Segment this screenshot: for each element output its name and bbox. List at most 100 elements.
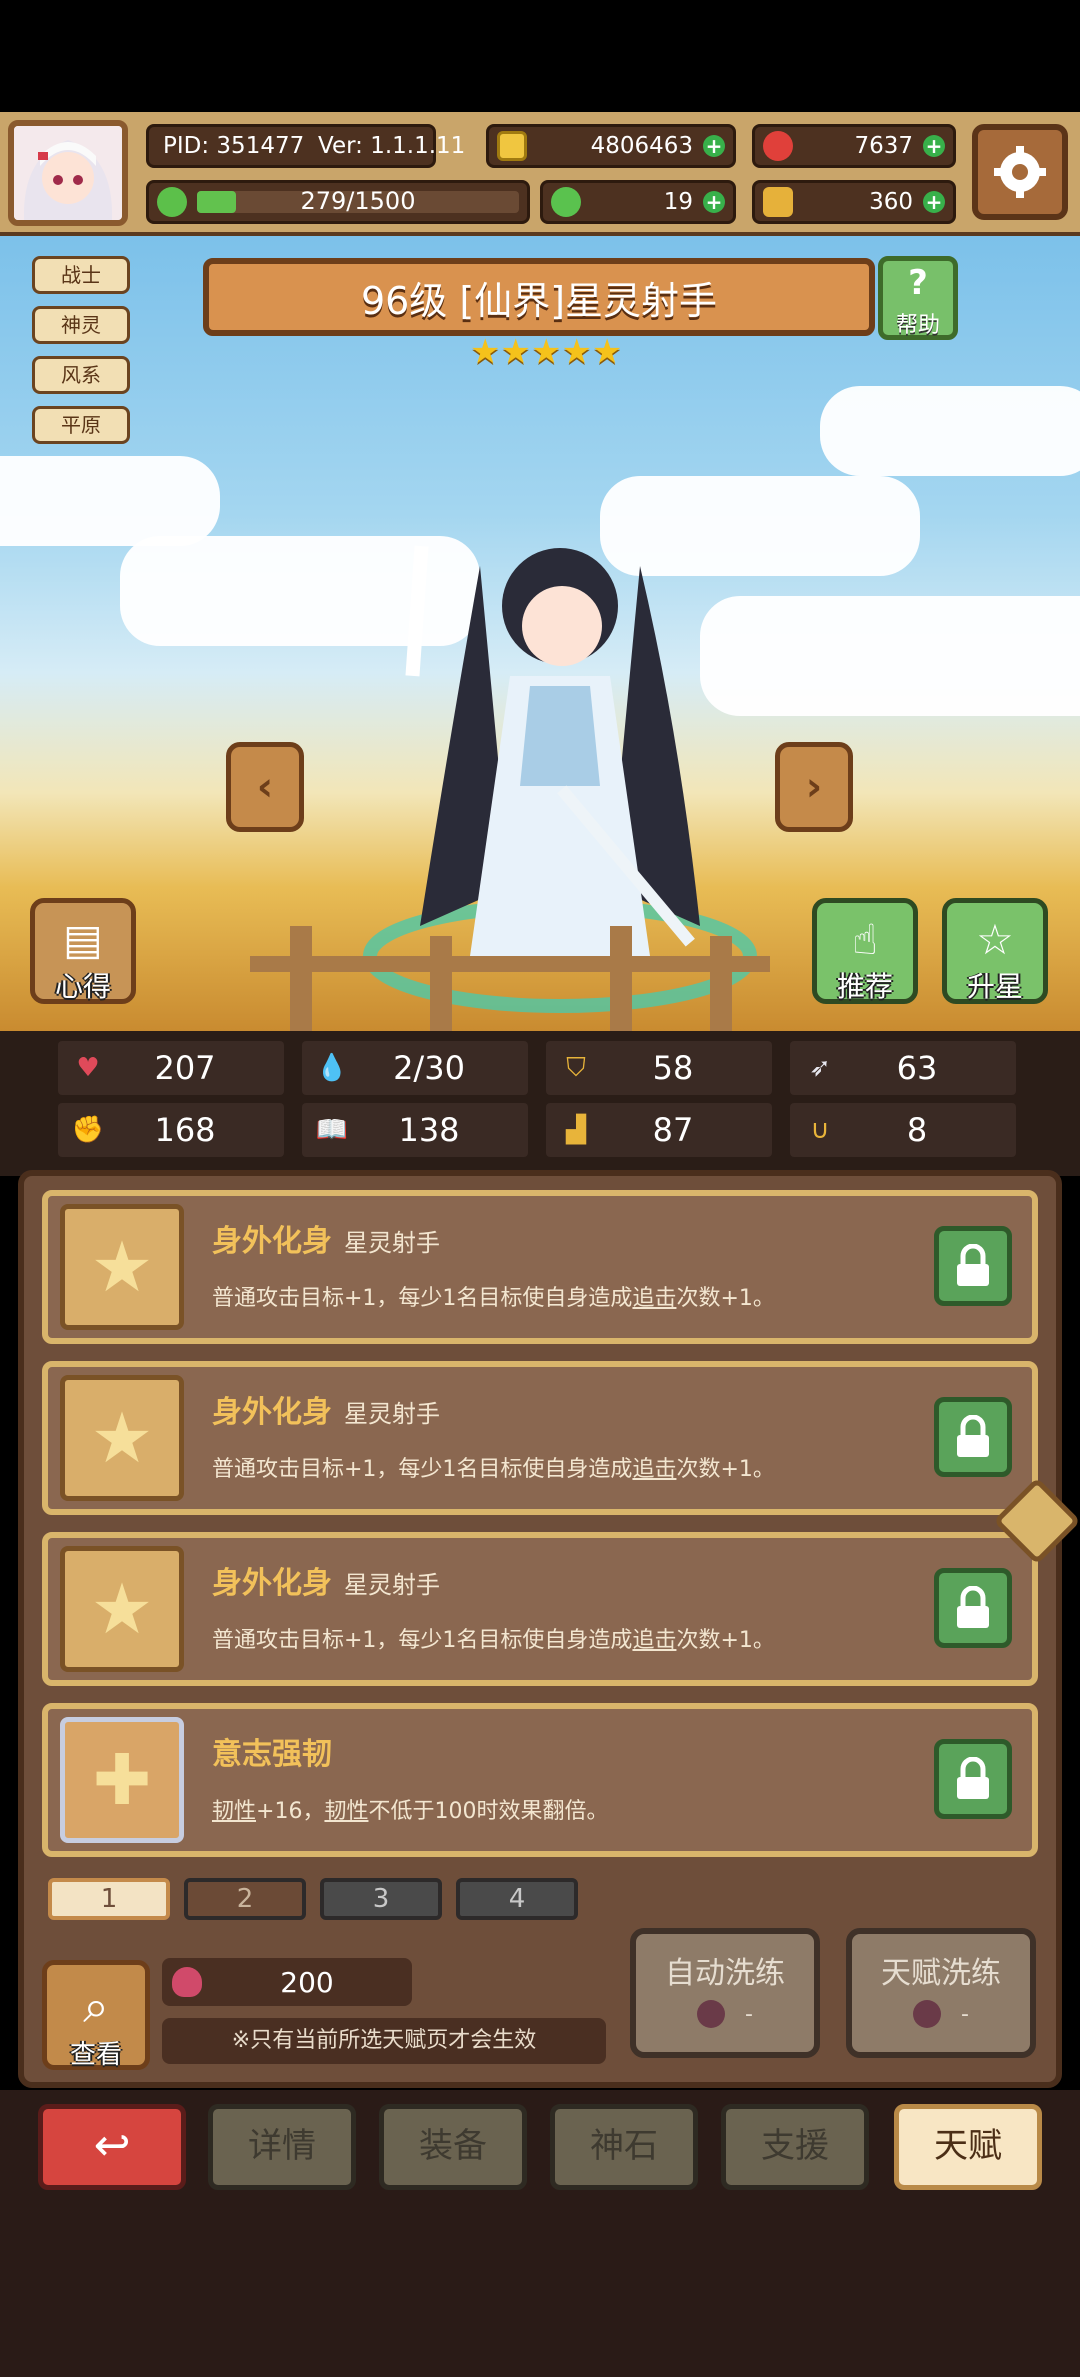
notebook-icon: ▤ (63, 915, 103, 964)
keyword-link[interactable]: 韧性 (324, 1799, 368, 1824)
star-icon: ☆ (976, 915, 1014, 964)
wing-icon: ➶ (809, 1053, 831, 1083)
add-key-icon[interactable]: + (923, 191, 945, 213)
version-text: Ver: 1.1.1.11 (318, 133, 466, 159)
magnifier-icon: ⌕ (83, 1979, 109, 2033)
keyword-link[interactable]: 追击 (632, 1286, 676, 1311)
stat-speed: ➶ 63 (790, 1041, 1016, 1095)
add-gold-icon[interactable]: + (703, 135, 725, 157)
key-counter[interactable]: 360 + (752, 180, 956, 224)
star-up-label: 升星 (966, 970, 1023, 1003)
star-up-button[interactable]: ☆ 升星 (942, 898, 1048, 1004)
hero-stats: ♥ 207 💧 2/30 ⛉ 58 ➶ 63 ✊ 168 📖 138 ▟ 87 … (0, 1031, 1080, 1176)
stat-mana: 💧 2/30 (302, 1041, 528, 1095)
stat-value: 2/30 (393, 1049, 465, 1087)
talent-desc: 普通攻击目标+1，每少1名目标使自身造成追击次数+1。 (212, 1628, 775, 1653)
fruit-icon (172, 1967, 202, 1997)
lock-button[interactable] (934, 1397, 1012, 1477)
gear-icon (994, 146, 1046, 198)
tab-page-2[interactable]: 2 (184, 1878, 306, 1920)
tab-support[interactable]: 支援 (721, 2104, 869, 2190)
lock-button[interactable] (934, 1739, 1012, 1819)
add-gem-icon[interactable]: + (923, 135, 945, 157)
settings-button[interactable] (972, 124, 1068, 220)
tab-page-3[interactable]: 3 (320, 1878, 442, 1920)
talent-desc: 普通攻击目标+1，每少1名目标使自身造成追击次数+1。 (212, 1457, 775, 1482)
talent-name: 身外化身 (212, 1224, 332, 1259)
stat-value: 207 (154, 1049, 216, 1087)
talent-source: 星灵射手 (344, 1229, 440, 1257)
stat-attack: ✊ 168 (58, 1103, 284, 1157)
player-avatar[interactable] (8, 120, 128, 226)
talent-card[interactable]: ★ 身外化身 星灵射手 普通攻击目标+1，每少1名目标使自身造成追击次数+1。 (42, 1190, 1038, 1344)
tab-talent[interactable]: 天赋 (894, 2104, 1042, 2190)
talent-name: 身外化身 (212, 1395, 332, 1430)
lock-button[interactable] (934, 1568, 1012, 1648)
stat-value: 63 (896, 1049, 938, 1087)
tab-godstone[interactable]: 神石 (550, 2104, 698, 2190)
horseshoe-icon: ∪ (810, 1115, 830, 1145)
talent-card[interactable]: ★ 身外化身 星灵射手 普通攻击目标+1，每少1名目标使自身造成追击次数+1。 (42, 1532, 1038, 1686)
keyword-link[interactable]: 追击 (632, 1457, 676, 1482)
stat-magic: 📖 138 (302, 1103, 528, 1157)
gold-counter[interactable]: 4806463 + (486, 124, 736, 168)
keyword-link[interactable]: 韧性 (212, 1799, 256, 1824)
clover-counter[interactable]: 19 + (540, 180, 736, 224)
return-arrow-icon: ↩ (93, 2120, 131, 2171)
gem-value: 7637 (854, 133, 913, 159)
tag-element: 风系 (32, 356, 130, 394)
heart-icon: ♥ (76, 1053, 100, 1083)
page-note: ※只有当前所选天赋页才会生效 (162, 2018, 606, 2064)
star-badge-icon: ★ (60, 1546, 184, 1672)
help-label: 帮助 (895, 313, 940, 338)
tab-page-1[interactable]: 1 (48, 1878, 170, 1920)
gem-counter[interactable]: 7637 + (752, 124, 956, 168)
red-gem-icon (763, 131, 793, 161)
tab-equipment[interactable]: 装备 (379, 2104, 527, 2190)
prev-hero-button[interactable]: ‹ (226, 742, 304, 832)
tag-race: 神灵 (32, 306, 130, 344)
recommend-button[interactable]: ☝ 推荐 (812, 898, 918, 1004)
hero-title-banner: 96级 [仙界]星灵射手 (203, 258, 875, 336)
cross-badge-icon: ✚ (60, 1717, 184, 1843)
stat-value: 8 (906, 1111, 928, 1149)
tab-details[interactable]: 详情 (208, 2104, 356, 2190)
auto-wash-button[interactable]: 自动洗练 - (630, 1928, 820, 2058)
cost-value: 200 (280, 1965, 334, 1999)
talent-name: 意志强韧 (212, 1737, 332, 1772)
book-icon: 📖 (315, 1115, 349, 1145)
talent-wash-cost: - (961, 2001, 969, 2027)
lock-button[interactable] (934, 1226, 1012, 1306)
view-button[interactable]: ⌕ 查看 (42, 1960, 150, 2070)
talent-card[interactable]: ✚ 意志强韧 韧性+16，韧性不低于100时效果翻倍。 (42, 1703, 1038, 1857)
energy-bar: 279/1500 (146, 180, 530, 224)
keyword-link[interactable]: 追击 (632, 1628, 676, 1653)
gold-value: 4806463 (590, 133, 693, 159)
stat-value: 58 (652, 1049, 694, 1087)
cloud (0, 456, 220, 546)
talent-card[interactable]: ★ 身外化身 星灵射手 普通攻击目标+1，每少1名目标使自身造成追击次数+1。 (42, 1361, 1038, 1515)
fence-decor (250, 926, 770, 1031)
stat-value: 168 (154, 1111, 216, 1149)
insight-button[interactable]: ▤ 心得 (30, 898, 136, 1004)
shield-icon: ⛉ (566, 1052, 586, 1083)
version-label: Ver: 1.1.1.11 (318, 124, 478, 168)
energy-value: 279/1500 (300, 187, 416, 215)
help-button[interactable]: ? 帮助 (878, 256, 958, 340)
cloud (820, 386, 1080, 476)
boot-icon: ▟ (566, 1115, 586, 1145)
next-hero-button[interactable]: › (775, 742, 853, 832)
wash-cost-display: 200 (162, 1958, 412, 2006)
tab-page-4[interactable]: 4 (456, 1878, 578, 1920)
talent-wash-button[interactable]: 天赋洗练 - (846, 1928, 1036, 2058)
stat-value: 138 (398, 1111, 460, 1149)
stat-value: 87 (652, 1111, 694, 1149)
lock-icon (957, 1415, 989, 1457)
back-button[interactable]: ↩ (38, 2104, 186, 2190)
recommend-label: 推荐 (836, 970, 893, 1003)
star-rating: ★★★★★ (470, 332, 623, 372)
thumbs-up-icon: ☝ (852, 915, 878, 964)
add-clover-icon[interactable]: + (703, 191, 725, 213)
gold-coin-icon (497, 131, 527, 161)
view-label: 查看 (69, 2040, 122, 2070)
